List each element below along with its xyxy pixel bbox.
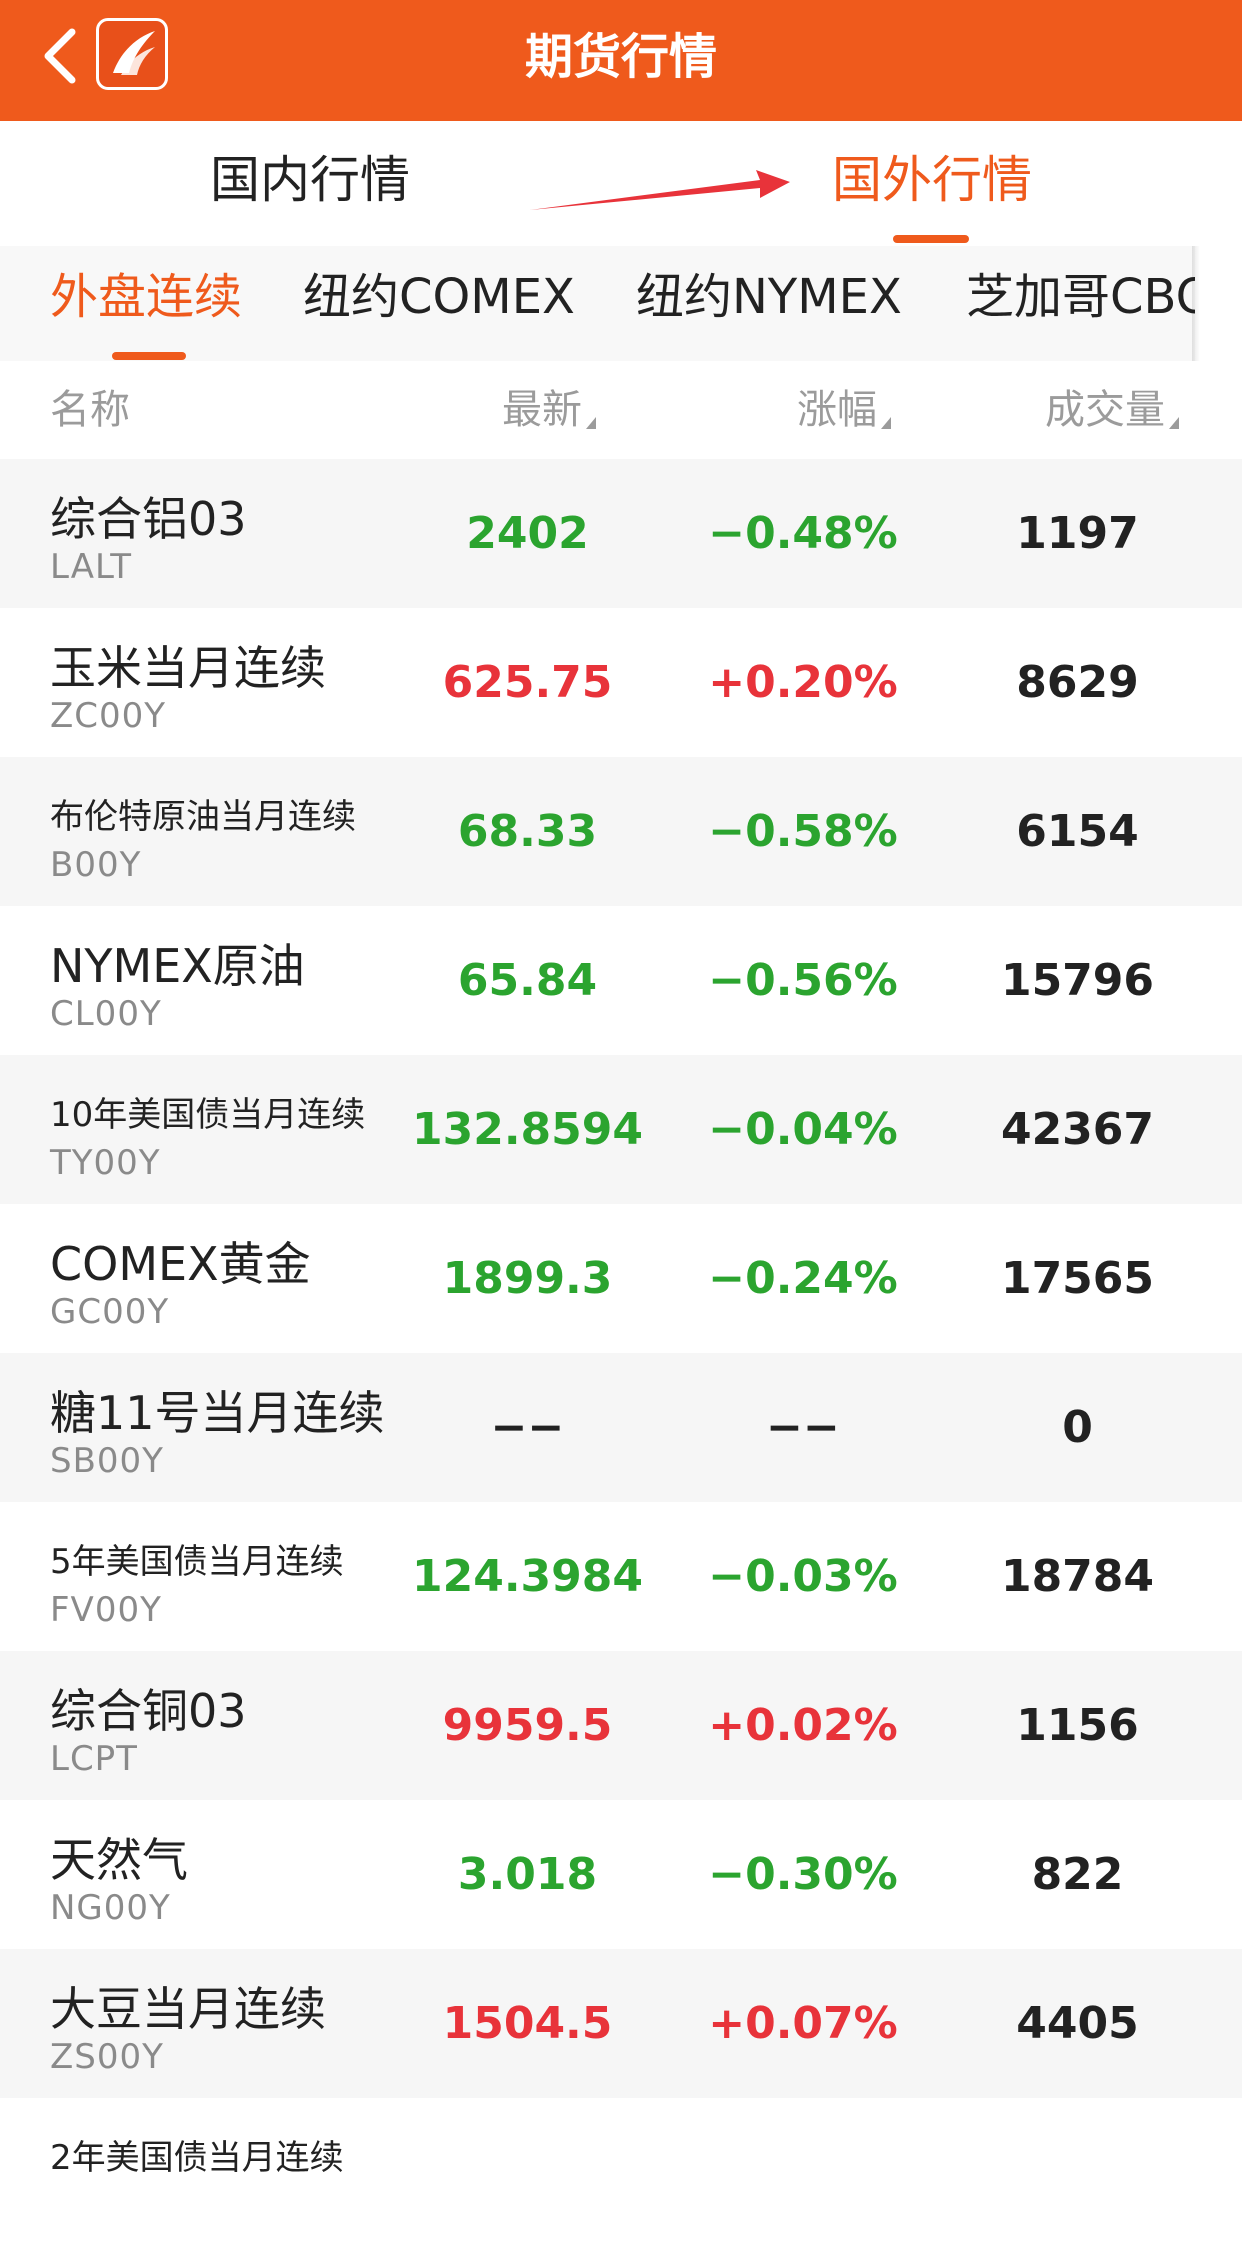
volume: 8629 bbox=[1016, 657, 1139, 708]
change-percent: +0.02% bbox=[708, 1700, 898, 1751]
change-percent: −− bbox=[766, 1402, 840, 1453]
instrument-name: 大豆当月连续 bbox=[50, 1982, 326, 2036]
instrument-code: NG00Y bbox=[50, 1888, 171, 1928]
table-row[interactable]: 玉米当月连续 ZC00Y 625.75 +0.20% 8629 bbox=[0, 608, 1242, 757]
table-row[interactable]: 综合铜03 LCPT 9959.5 +0.02% 1156 bbox=[0, 1651, 1242, 1800]
instrument-name: COMEX黄金 bbox=[50, 1237, 311, 1291]
table-row[interactable]: 布伦特原油当月连续 B00Y 68.33 −0.58% 6154 bbox=[0, 757, 1242, 906]
instrument-code: GC00Y bbox=[50, 1292, 170, 1332]
instrument-name: 10年美国债当月连续 bbox=[50, 1095, 366, 1135]
latest-price: 124.3984 bbox=[411, 1551, 644, 1602]
table-row[interactable]: NYMEX原油 CL00Y 65.84 −0.56% 15796 bbox=[0, 906, 1242, 1055]
column-latest-sort[interactable]: 最新 bbox=[502, 361, 596, 459]
sort-triangle-icon bbox=[586, 417, 596, 429]
instrument-code: ZC00Y bbox=[50, 696, 167, 736]
latest-price: 1504.5 bbox=[442, 1998, 613, 2049]
table-row[interactable]: 2年美国债当月连续 bbox=[0, 2098, 1242, 2247]
page-title: 期货行情 bbox=[524, 29, 717, 85]
table-row[interactable]: COMEX黄金 GC00Y 1899.3 −0.24% 17565 bbox=[0, 1204, 1242, 1353]
change-percent: −0.24% bbox=[708, 1253, 898, 1304]
table-row[interactable]: 综合铝03 LALT 2402 −0.48% 1197 bbox=[0, 459, 1242, 608]
sort-triangle-icon bbox=[1169, 417, 1179, 429]
red-arrow-annotation-icon bbox=[530, 170, 790, 210]
change-percent: −0.30% bbox=[708, 1849, 898, 1900]
app-header: 期货行情 bbox=[0, 0, 1242, 121]
exchange-tab-indicator bbox=[112, 352, 186, 360]
volume: 1197 bbox=[1016, 508, 1139, 559]
instrument-code: TY00Y bbox=[50, 1143, 161, 1183]
change-percent: −0.48% bbox=[708, 508, 898, 559]
instrument-name: 玉米当月连续 bbox=[50, 641, 326, 695]
latest-price: 3.018 bbox=[457, 1849, 598, 1900]
instrument-name: 综合铜03 bbox=[50, 1684, 247, 1738]
change-percent: +0.20% bbox=[708, 657, 898, 708]
instrument-code: SB00Y bbox=[50, 1441, 164, 1481]
latest-price: 68.33 bbox=[457, 806, 598, 857]
tab-domestic[interactable]: 国内行情 bbox=[210, 121, 410, 246]
table-row[interactable]: 天然气 NG00Y 3.018 −0.30% 822 bbox=[0, 1800, 1242, 1949]
change-percent: −0.56% bbox=[708, 955, 898, 1006]
instrument-code: LALT bbox=[50, 547, 133, 587]
tab-nymex[interactable]: 纽约NYMEX bbox=[636, 246, 902, 361]
table-row[interactable]: 5年美国债当月连续 FV00Y 124.3984 −0.03% 18784 bbox=[0, 1502, 1242, 1651]
instrument-code: CL00Y bbox=[50, 994, 162, 1034]
instrument-code: ZS00Y bbox=[50, 2037, 164, 2077]
volume: 18784 bbox=[1000, 1551, 1155, 1602]
volume: 822 bbox=[1031, 1849, 1124, 1900]
latest-price: 9959.5 bbox=[442, 1700, 613, 1751]
instrument-name: 糖11号当月连续 bbox=[50, 1386, 385, 1440]
volume: 4405 bbox=[1016, 1998, 1139, 2049]
sort-triangle-icon bbox=[881, 417, 891, 429]
change-percent: −0.58% bbox=[708, 806, 898, 857]
tab-comex[interactable]: 纽约COMEX bbox=[303, 246, 575, 361]
instrument-name: 天然气 bbox=[50, 1833, 188, 1887]
instrument-name: 综合铝03 bbox=[50, 492, 247, 546]
volume: 0 bbox=[1062, 1402, 1093, 1453]
volume: 15796 bbox=[1000, 955, 1155, 1006]
instrument-code: LCPT bbox=[50, 1739, 138, 1779]
latest-price: 65.84 bbox=[457, 955, 598, 1006]
instrument-code: B00Y bbox=[50, 845, 142, 885]
latest-price: −− bbox=[490, 1402, 565, 1453]
change-percent: −0.03% bbox=[708, 1551, 898, 1602]
volume: 1156 bbox=[1016, 1700, 1139, 1751]
tab-foreign[interactable]: 国外行情 bbox=[832, 121, 1032, 246]
change-percent: −0.04% bbox=[708, 1104, 898, 1155]
exchange-tabs: 外盘连续 纽约COMEX 纽约NYMEX 芝加哥CBOT bbox=[0, 246, 1195, 361]
table-row[interactable]: 大豆当月连续 ZS00Y 1504.5 +0.07% 4405 bbox=[0, 1949, 1242, 2098]
tab-cbot[interactable]: 芝加哥CBOT bbox=[966, 246, 1195, 361]
volume: 42367 bbox=[1000, 1104, 1155, 1155]
latest-price: 132.8594 bbox=[411, 1104, 644, 1155]
instrument-name: NYMEX原油 bbox=[50, 939, 305, 993]
table-row[interactable]: 10年美国债当月连续 TY00Y 132.8594 −0.04% 42367 bbox=[0, 1055, 1242, 1204]
quote-list: 综合铝03 LALT 2402 −0.48% 1197 玉米当月连续 ZC00Y… bbox=[0, 459, 1242, 2247]
column-volume-sort[interactable]: 成交量 bbox=[1045, 361, 1179, 459]
column-name: 名称 bbox=[50, 387, 130, 433]
instrument-name: 布伦特原油当月连续 bbox=[50, 797, 356, 837]
tabs-scroll-edge bbox=[1192, 246, 1200, 361]
column-headers: 名称 最新 涨幅 成交量 bbox=[0, 361, 1242, 459]
column-change-sort[interactable]: 涨幅 bbox=[797, 361, 891, 459]
latest-price: 1899.3 bbox=[442, 1253, 613, 1304]
instrument-name: 2年美国债当月连续 bbox=[50, 2138, 344, 2178]
latest-price: 2402 bbox=[466, 508, 589, 559]
tab-foreign-continuous[interactable]: 外盘连续 bbox=[50, 246, 242, 361]
table-row[interactable]: 糖11号当月连续 SB00Y −− −− 0 bbox=[0, 1353, 1242, 1502]
change-percent: +0.07% bbox=[708, 1998, 898, 2049]
latest-price: 625.75 bbox=[442, 657, 613, 708]
volume: 6154 bbox=[1016, 806, 1139, 857]
instrument-name: 5年美国债当月连续 bbox=[50, 1542, 344, 1582]
tab-foreign-indicator bbox=[893, 235, 969, 243]
instrument-code: FV00Y bbox=[50, 1590, 162, 1630]
volume: 17565 bbox=[1000, 1253, 1155, 1304]
